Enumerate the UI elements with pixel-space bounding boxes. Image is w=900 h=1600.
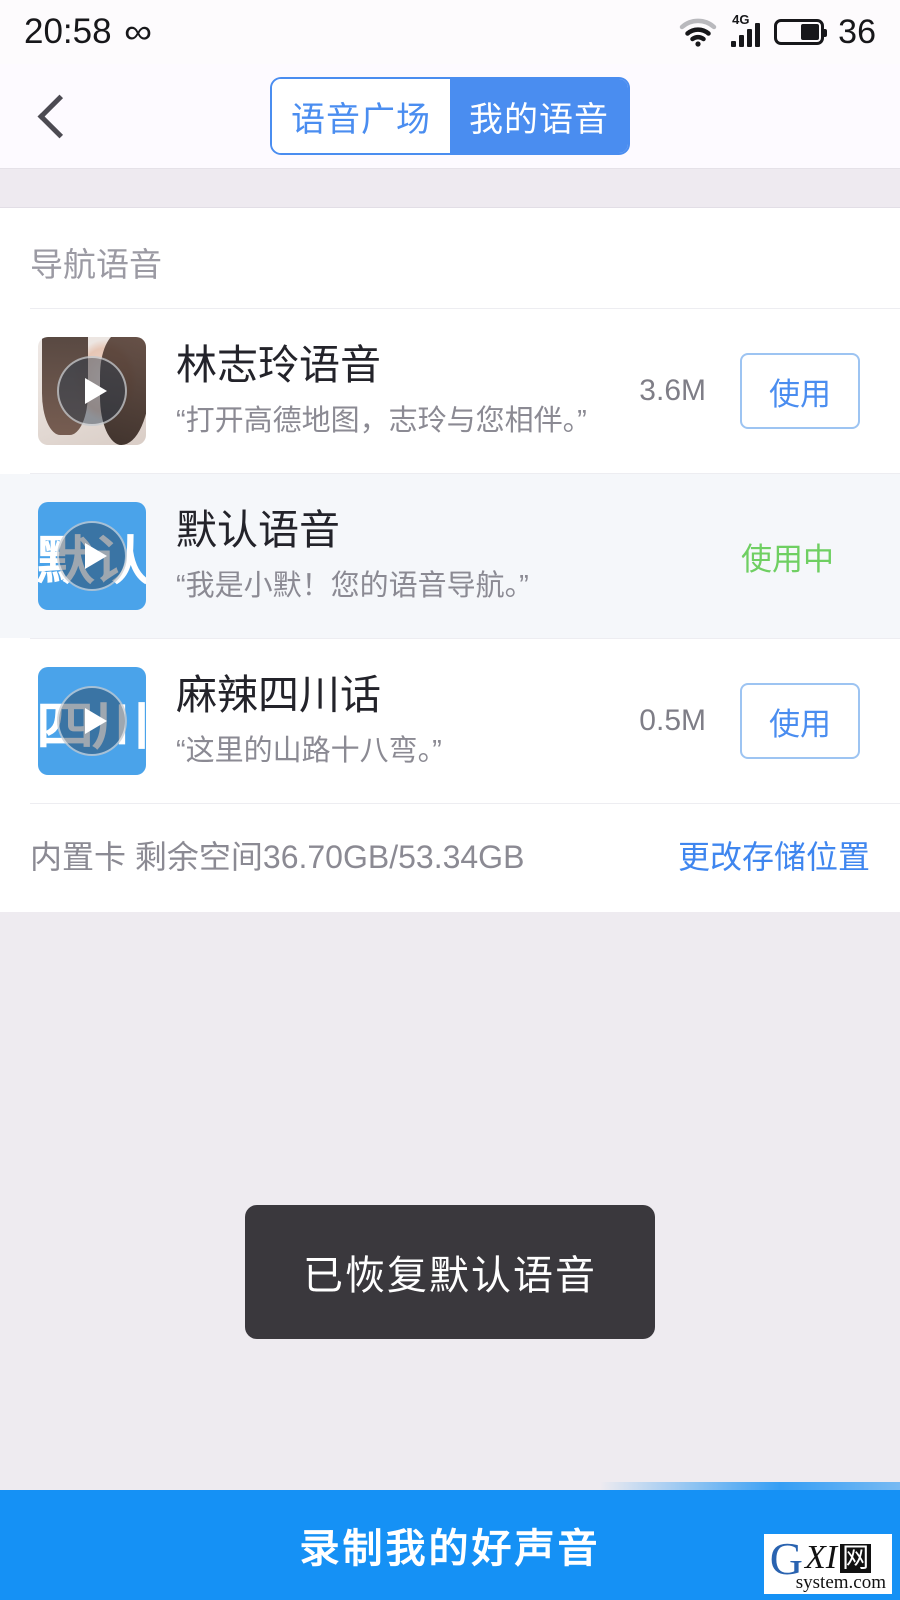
status-bar: 20:58 ∞ 4G 36 — [0, 0, 900, 64]
status-time: 20:58 — [24, 12, 112, 51]
watermark-domain: system.com — [795, 1572, 886, 1593]
play-icon[interactable] — [57, 356, 127, 426]
tab-voice-plaza[interactable]: 语音广场 — [272, 79, 450, 153]
chevron-left-icon — [37, 94, 81, 138]
toast-message: 已恢复默认语音 — [245, 1205, 655, 1339]
battery-fill — [801, 24, 820, 40]
voice-name: 麻辣四川话 — [176, 672, 381, 719]
watermark-net: 网 — [840, 1542, 872, 1573]
battery-icon — [774, 19, 828, 45]
voice-row-actions: 0.5M 使用 — [639, 683, 872, 759]
voice-thumbnail-sichuan[interactable]: 四川 — [38, 667, 146, 775]
voice-list-card: 导航语音 林志玲语音 “打开高德地图，志玲与您相伴。” 3.6M 使用 默认 默… — [0, 208, 900, 912]
back-button[interactable] — [0, 64, 110, 168]
voice-size: 3.6M — [639, 374, 706, 407]
voice-info: 麻辣四川话 “这里的山路十八弯。” — [146, 672, 639, 768]
voice-info: 林志玲语音 “打开高德地图，志玲与您相伴。” — [146, 342, 639, 438]
storage-space-text: 内置卡 剩余空间36.70GB/53.34GB — [30, 839, 525, 875]
voice-thumbnail-default[interactable]: 默认 — [38, 502, 146, 610]
tab-my-voice[interactable]: 我的语音 — [450, 79, 628, 153]
voice-name: 默认语音 — [176, 507, 340, 554]
infinity-icon: ∞ — [123, 13, 152, 51]
bottom-bar-sheen — [600, 1482, 900, 1490]
cellular-signal-icon: 4G — [731, 13, 761, 47]
network-type-label: 4G — [732, 12, 750, 27]
play-icon[interactable] — [57, 521, 127, 591]
voice-thumbnail-photo[interactable] — [38, 337, 146, 445]
watermark-xi: XI — [804, 1539, 838, 1577]
voice-row-actions: 使用中 — [741, 534, 872, 579]
battery-percent: 36 — [838, 12, 876, 51]
voice-info: 默认语音 “我是小默！您的语音导航。” — [146, 507, 741, 603]
record-voice-label: 录制我的好声音 — [299, 1527, 601, 1571]
storage-info-row: 内置卡 剩余空间36.70GB/53.34GB 更改存储位置 — [0, 804, 900, 912]
voice-list-item[interactable]: 林志玲语音 “打开高德地图，志玲与您相伴。” 3.6M 使用 — [0, 309, 900, 473]
wifi-icon — [679, 17, 717, 47]
change-storage-location-link[interactable]: 更改存储位置 — [678, 832, 870, 878]
use-button[interactable]: 使用 — [740, 683, 860, 759]
voice-list-item[interactable]: 默认 默认语音 “我是小默！您的语音导航。” 使用中 — [0, 474, 900, 638]
voice-size: 0.5M — [639, 704, 706, 737]
watermark: G XI 网 system.com — [763, 1533, 892, 1594]
status-bar-left: 20:58 ∞ — [24, 12, 152, 52]
header-separator — [0, 168, 900, 208]
voice-quote: “我是小默！您的语音导航。” — [176, 570, 529, 603]
voice-quote: “这里的山路十八弯。” — [176, 735, 442, 768]
status-bar-right: 4G 36 — [679, 13, 876, 52]
play-icon[interactable] — [57, 686, 127, 756]
toast-container: 已恢复默认语音 — [0, 1205, 900, 1339]
voice-quote: “打开高德地图，志玲与您相伴。” — [176, 405, 587, 438]
voice-name: 林志玲语音 — [176, 342, 381, 389]
section-title-navigation-voice: 导航语音 — [30, 246, 162, 283]
use-button[interactable]: 使用 — [740, 353, 860, 429]
voice-row-actions: 3.6M 使用 — [639, 353, 872, 429]
voice-list-item[interactable]: 四川 麻辣四川话 “这里的山路十八弯。” 0.5M 使用 — [0, 639, 900, 803]
app-header: 语音广场 我的语音 — [0, 64, 900, 168]
in-use-status-badge: 使用中 — [741, 541, 834, 577]
voice-tab-switcher: 语音广场 我的语音 — [272, 79, 628, 153]
